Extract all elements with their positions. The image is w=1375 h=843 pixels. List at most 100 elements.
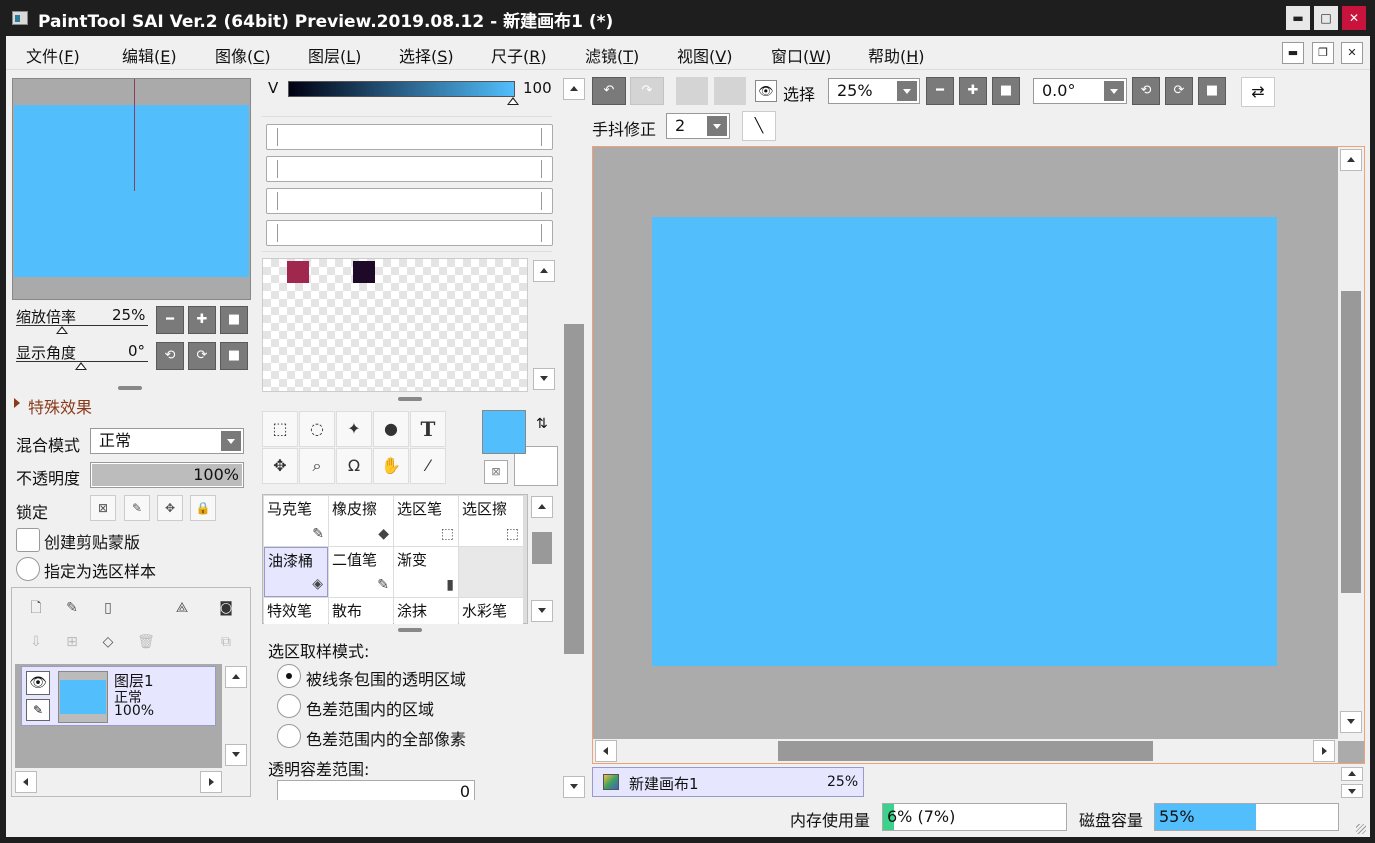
canvas-zoom-select[interactable]: 25% bbox=[828, 78, 920, 104]
magic-wand-icon[interactable]: ✦ bbox=[336, 411, 372, 447]
stabilizer-select[interactable]: 2 bbox=[666, 113, 730, 139]
layer-scroll-up[interactable] bbox=[225, 666, 247, 688]
zoom-reset-button[interactable]: ■ bbox=[220, 306, 248, 334]
layer-row[interactable]: 👁 ✎ 图层1 正常 100% bbox=[21, 666, 216, 726]
canvas-rotate-reset-button[interactable]: ■ bbox=[1198, 77, 1226, 105]
layer-hscrollbar[interactable] bbox=[15, 770, 222, 794]
delete-layer-icon[interactable]: 🗑 bbox=[136, 632, 156, 652]
canvas-hscrollbar[interactable] bbox=[593, 739, 1338, 763]
doc-tab-scroll-up[interactable] bbox=[1341, 767, 1363, 781]
value-slider-handle[interactable] bbox=[507, 97, 519, 105]
menu-item[interactable]: 编辑(E) bbox=[122, 43, 177, 67]
menu-item[interactable]: 图层(L) bbox=[308, 43, 361, 67]
doc-tab-scroll-down[interactable] bbox=[1341, 784, 1363, 798]
zoom-in-button[interactable]: ✚ bbox=[188, 306, 216, 334]
canvas-zoom-in-button[interactable]: ✚ bbox=[959, 77, 987, 105]
layer-effect-icon[interactable]: ⟁ bbox=[172, 598, 192, 618]
tolerance-input[interactable]: 0 bbox=[277, 780, 475, 801]
text-tool-icon[interactable]: T bbox=[410, 411, 446, 447]
new-layer-icon[interactable]: 🗋 bbox=[26, 598, 46, 618]
apply-mask-icon[interactable]: ⧉ bbox=[216, 632, 236, 652]
hand-icon[interactable]: ✋ bbox=[373, 448, 409, 484]
mdi-minimize-button[interactable]: ▬ bbox=[1282, 42, 1304, 64]
mdi-close-button[interactable]: ✕ bbox=[1341, 42, 1363, 64]
new-pen-layer-icon[interactable]: ✎ bbox=[62, 598, 82, 618]
lock-all-icon[interactable]: 🔒 bbox=[190, 495, 216, 521]
menu-item[interactable]: 图像(C) bbox=[215, 43, 271, 67]
rotate-cw-button[interactable]: ⟳ bbox=[188, 342, 216, 370]
canvas-viewport[interactable] bbox=[592, 146, 1365, 764]
brush-scroll-down[interactable] bbox=[531, 600, 553, 622]
swatch-scrollbar[interactable] bbox=[532, 258, 556, 392]
primary-color[interactable] bbox=[482, 410, 526, 454]
transparent-color-icon[interactable]: ⊠ bbox=[484, 460, 508, 484]
color-slider-1[interactable] bbox=[266, 124, 553, 150]
maximize-button[interactable]: □ bbox=[1314, 6, 1338, 30]
eye-icon[interactable]: 👁 bbox=[26, 671, 50, 695]
canvas-rotate-ccw-button[interactable]: ⟲ bbox=[1132, 77, 1160, 105]
new-layer-set-icon[interactable]: ▯ bbox=[98, 598, 118, 618]
canvas-vscrollbar[interactable] bbox=[1338, 147, 1364, 741]
layer-scroll-right[interactable] bbox=[200, 771, 222, 793]
swatch-scroll-up[interactable] bbox=[533, 260, 555, 282]
angle-slider-handle[interactable] bbox=[75, 362, 87, 370]
layer-scrollbar[interactable] bbox=[224, 664, 248, 768]
canvas-scroll-down[interactable] bbox=[1340, 711, 1362, 733]
brush-cell[interactable]: 渐变 ▮ bbox=[394, 547, 458, 597]
deselect-button[interactable] bbox=[676, 77, 708, 105]
brush-cell[interactable]: 马克笔 ✎ bbox=[264, 496, 328, 546]
lock-paint-icon[interactable]: ✎ bbox=[124, 495, 150, 521]
redo-button[interactable]: ↷ bbox=[630, 77, 664, 105]
rotate-ccw-button[interactable]: ⟲ bbox=[156, 342, 184, 370]
panel-scroll-up[interactable] bbox=[563, 78, 585, 100]
document-tab[interactable]: 新建画布1 25% bbox=[592, 767, 864, 797]
clear-layer-icon[interactable]: ◇ bbox=[98, 632, 118, 652]
zoom-out-button[interactable]: ━ bbox=[156, 306, 184, 334]
panel-divider-grip[interactable] bbox=[398, 628, 422, 632]
zoom-slider-track[interactable] bbox=[16, 325, 148, 326]
brush-cell[interactable]: 油漆桶 ◈ bbox=[264, 547, 328, 597]
brush-cell[interactable] bbox=[459, 547, 523, 597]
menu-item[interactable]: 视图(V) bbox=[677, 43, 732, 67]
merge-down-icon[interactable]: ⇩ bbox=[26, 632, 46, 652]
canvas-scroll-up[interactable] bbox=[1340, 149, 1362, 171]
sampling-option-radio[interactable] bbox=[277, 694, 301, 718]
brush-scrollbar[interactable] bbox=[529, 494, 555, 624]
color-slider-3[interactable] bbox=[266, 188, 553, 214]
copy-layer-icon[interactable]: ⊞ bbox=[62, 632, 82, 652]
resize-grip[interactable] bbox=[1356, 824, 1366, 834]
selection-sample-toggle[interactable] bbox=[16, 557, 40, 581]
swatch-grid[interactable] bbox=[262, 258, 528, 392]
menu-item[interactable]: 滤镜(T) bbox=[585, 43, 639, 67]
swap-colors-icon[interactable]: ⇅ bbox=[536, 416, 548, 432]
navigator-preview[interactable] bbox=[12, 78, 251, 300]
flip-horizontal-icon[interactable]: ⇄ bbox=[1241, 77, 1275, 107]
mdi-restore-button[interactable]: ❐ bbox=[1312, 42, 1334, 64]
zoom-icon[interactable]: ⌕ bbox=[299, 448, 335, 484]
color-slider-4[interactable] bbox=[266, 220, 553, 246]
layer-mask-icon[interactable]: ◙ bbox=[216, 598, 236, 618]
sampling-option-radio[interactable] bbox=[277, 724, 301, 748]
canvas-hscroll-thumb[interactable] bbox=[778, 741, 1153, 761]
color-slider-2[interactable] bbox=[266, 156, 553, 182]
lock-transparency-icon[interactable]: ⊠ bbox=[90, 495, 116, 521]
menu-item[interactable]: 文件(F) bbox=[26, 43, 80, 67]
lasso-icon[interactable]: ◌ bbox=[299, 411, 335, 447]
brush-cell[interactable]: 选区笔 ⬚ bbox=[394, 496, 458, 546]
sampling-option-radio[interactable] bbox=[277, 664, 301, 688]
rect-select-icon[interactable]: ⬚ bbox=[262, 411, 298, 447]
brush-cell[interactable]: 散布 bbox=[329, 598, 393, 624]
zoom-slider-handle[interactable] bbox=[56, 326, 68, 334]
swatch-scroll-down[interactable] bbox=[533, 368, 555, 390]
canvas-zoom-reset-button[interactable]: ■ bbox=[992, 77, 1020, 105]
panel-scroll-thumb[interactable] bbox=[564, 324, 584, 654]
canvas-rotate-cw-button[interactable]: ⟳ bbox=[1165, 77, 1193, 105]
effects-label[interactable]: 特殊效果 bbox=[28, 394, 92, 418]
close-button[interactable]: ✕ bbox=[1342, 6, 1366, 30]
layer-scroll-down[interactable] bbox=[225, 744, 247, 766]
brush-cell[interactable]: 水彩笔 bbox=[459, 598, 523, 624]
panel-scroll-down[interactable] bbox=[563, 776, 585, 798]
menu-item[interactable]: 帮助(H) bbox=[868, 43, 925, 67]
brush-cell[interactable]: 选区擦 ⬚ bbox=[459, 496, 523, 546]
effects-expand-icon[interactable] bbox=[14, 398, 20, 408]
